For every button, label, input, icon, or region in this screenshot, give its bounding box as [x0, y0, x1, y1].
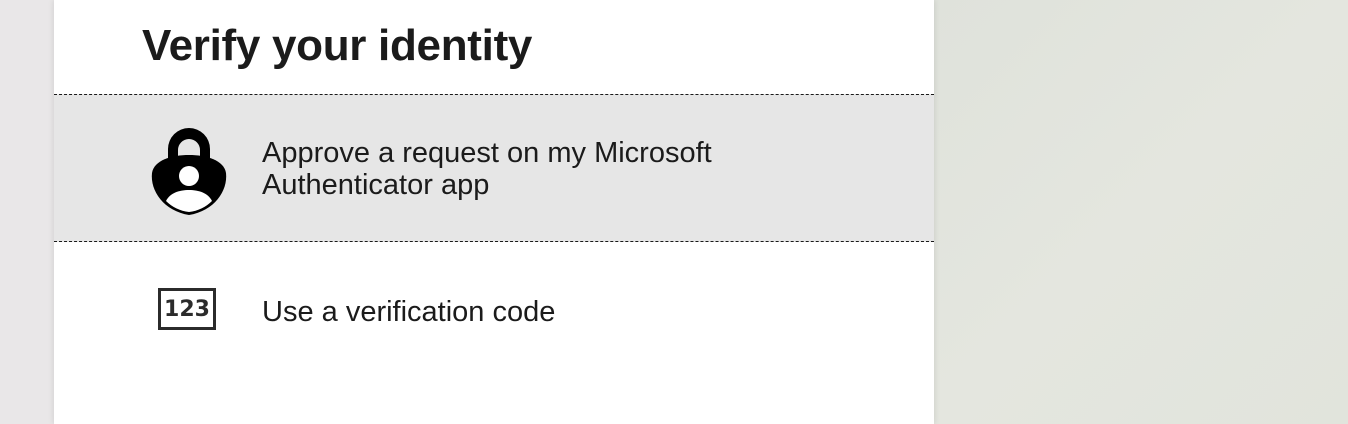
page-title: Verify your identity — [142, 21, 533, 70]
authenticator-lock-icon — [148, 119, 230, 217]
verification-code-icon: 123 — [158, 288, 216, 330]
background-panel — [934, 0, 1348, 424]
option-label: Use a verification code — [262, 296, 556, 328]
verification-card: Verify your identity Approve a request o… — [54, 0, 934, 424]
option-label: Approve a request on my Microsoft Authen… — [262, 137, 712, 201]
option-verification-code[interactable]: 123 Use a verification code — [54, 250, 934, 370]
option-authenticator-approve[interactable]: Approve a request on my Microsoft Authen… — [54, 94, 934, 242]
